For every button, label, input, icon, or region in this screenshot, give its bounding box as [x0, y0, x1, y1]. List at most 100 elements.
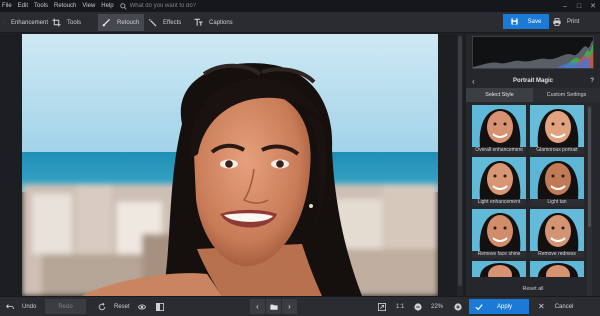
search-icon	[119, 2, 127, 10]
eye-icon	[138, 304, 146, 309]
zoom-out-button[interactable]	[414, 297, 422, 316]
style-thumbnail	[530, 105, 584, 147]
reset-icon	[98, 302, 106, 310]
chevron-right-icon: ›	[288, 302, 291, 311]
tab-select-style[interactable]: Select Style	[466, 88, 533, 102]
style-card[interactable]	[530, 261, 584, 277]
menu-bar: File Edit Tools Retouch View Help – □ ✕	[0, 0, 600, 12]
style-caption: Glamorous portrait	[530, 147, 584, 154]
minimize-icon[interactable]: –	[558, 0, 572, 12]
next-image-button[interactable]: ›	[282, 299, 297, 314]
tab-effects[interactable]: Effects	[148, 14, 188, 31]
close-icon: ✕	[538, 302, 545, 311]
canvas-area	[0, 34, 466, 296]
cancel-button[interactable]: ✕ Cancel	[538, 299, 573, 314]
reset-button[interactable]: Reset	[98, 297, 130, 316]
menu-tools[interactable]: Tools	[31, 3, 51, 9]
undo-label: Undo	[22, 303, 37, 310]
style-thumbnail	[530, 209, 584, 251]
style-card[interactable]	[472, 261, 526, 277]
menu-retouch[interactable]: Retouch	[51, 3, 79, 9]
preview-eye-button[interactable]	[138, 297, 146, 316]
canvas-scrollbar[interactable]	[457, 34, 463, 296]
chevron-left-icon: ‹	[256, 302, 259, 311]
tab-captions-label: Captions	[209, 19, 233, 26]
crop-icon	[52, 18, 61, 27]
apply-button[interactable]: Apply	[469, 299, 529, 314]
save-label: Save	[527, 18, 542, 25]
panel-scrollbar[interactable]	[587, 105, 592, 315]
style-thumbnail	[472, 157, 526, 199]
zoom-in-icon	[454, 302, 462, 311]
printer-icon	[553, 17, 561, 26]
tab-tools[interactable]: Tools	[52, 14, 92, 31]
help-button[interactable]: ?	[590, 74, 594, 88]
zoom-actual-size[interactable]: 1:1	[396, 297, 404, 316]
floppy-icon	[511, 18, 518, 25]
fit-to-screen-button[interactable]	[378, 297, 386, 316]
style-caption: Light tan	[530, 199, 584, 206]
search-input[interactable]	[129, 3, 220, 9]
compare-button[interactable]	[156, 297, 164, 316]
folder-icon	[269, 304, 278, 310]
print-label: Print	[567, 18, 580, 25]
tab-enhancement[interactable]: Enhancement	[4, 14, 48, 31]
checkmark-icon	[475, 303, 483, 310]
panel-title: Portrait Magic	[512, 78, 553, 84]
style-thumbnail	[530, 261, 584, 277]
zoom-percent: 22%	[431, 303, 444, 310]
portrait-photo[interactable]	[22, 34, 438, 296]
style-card[interactable]: Glamorous portrait	[530, 105, 584, 154]
reset-all-link[interactable]: Reset all	[466, 286, 600, 292]
histogram	[472, 36, 594, 69]
tab-enhancement-label: Enhancement	[10, 19, 48, 26]
print-button[interactable]: Print	[553, 14, 579, 29]
style-thumbnail	[472, 261, 526, 277]
save-button[interactable]: Save	[503, 14, 549, 29]
menu-help[interactable]: Help	[98, 3, 116, 9]
tab-tools-label: Tools	[67, 19, 82, 26]
maximize-icon[interactable]: □	[572, 0, 586, 12]
command-search	[119, 2, 220, 10]
style-card[interactable]: Light enhancement	[472, 157, 526, 206]
redo-button[interactable]: Redo	[45, 299, 86, 314]
tab-custom-settings[interactable]: Custom Settings	[533, 88, 600, 102]
panel-subtabs: Select Style Custom Settings	[466, 88, 600, 102]
prev-image-button[interactable]: ‹	[250, 299, 265, 314]
magic-wand-icon	[148, 18, 157, 27]
style-card[interactable]: Remove face shine	[472, 209, 526, 258]
text-icon	[194, 18, 203, 26]
zoom-out-icon	[414, 302, 422, 311]
tab-retouch-label: Retouch	[117, 19, 140, 26]
style-caption: Overall enhancement	[472, 147, 526, 154]
open-folder-button[interactable]	[266, 299, 281, 314]
style-card[interactable]: Light tan	[530, 157, 584, 206]
tab-effects-label: Effects	[163, 19, 182, 26]
style-card[interactable]: Remove redness	[530, 209, 584, 258]
zoom-in-button[interactable]	[454, 297, 462, 316]
close-icon[interactable]: ✕	[586, 0, 600, 12]
style-thumbnail	[472, 105, 526, 147]
style-caption: Light enhancement	[472, 199, 526, 206]
window-controls: – □ ✕	[558, 0, 600, 12]
undo-button[interactable]: Undo	[6, 297, 36, 316]
tab-captions[interactable]: Captions	[194, 14, 238, 31]
menu-file[interactable]: File	[0, 3, 15, 9]
style-card[interactable]: Overall enhancement	[472, 105, 526, 154]
apply-label: Apply	[497, 303, 513, 310]
cancel-label: Cancel	[554, 303, 574, 310]
right-panel: ‹ Portrait Magic ? Select Style Custom S…	[466, 34, 600, 315]
reset-label: Reset	[114, 303, 130, 310]
bottom-bar: Undo Redo Reset ‹ › 1:1 22% Apply ✕ Canc…	[0, 296, 600, 316]
style-thumbnail	[472, 209, 526, 251]
brush-icon	[102, 18, 111, 27]
tab-retouch[interactable]: Retouch	[98, 14, 144, 31]
style-caption: Remove face shine	[472, 251, 526, 258]
image-navigation: ‹ ›	[250, 299, 298, 314]
fit-screen-icon	[378, 302, 386, 311]
style-thumbnail	[530, 157, 584, 199]
menu-edit[interactable]: Edit	[15, 3, 31, 9]
photo-editor-window: File Edit Tools Retouch View Help – □ ✕ …	[0, 0, 600, 316]
compare-icon	[156, 302, 164, 311]
menu-view[interactable]: View	[79, 3, 98, 9]
